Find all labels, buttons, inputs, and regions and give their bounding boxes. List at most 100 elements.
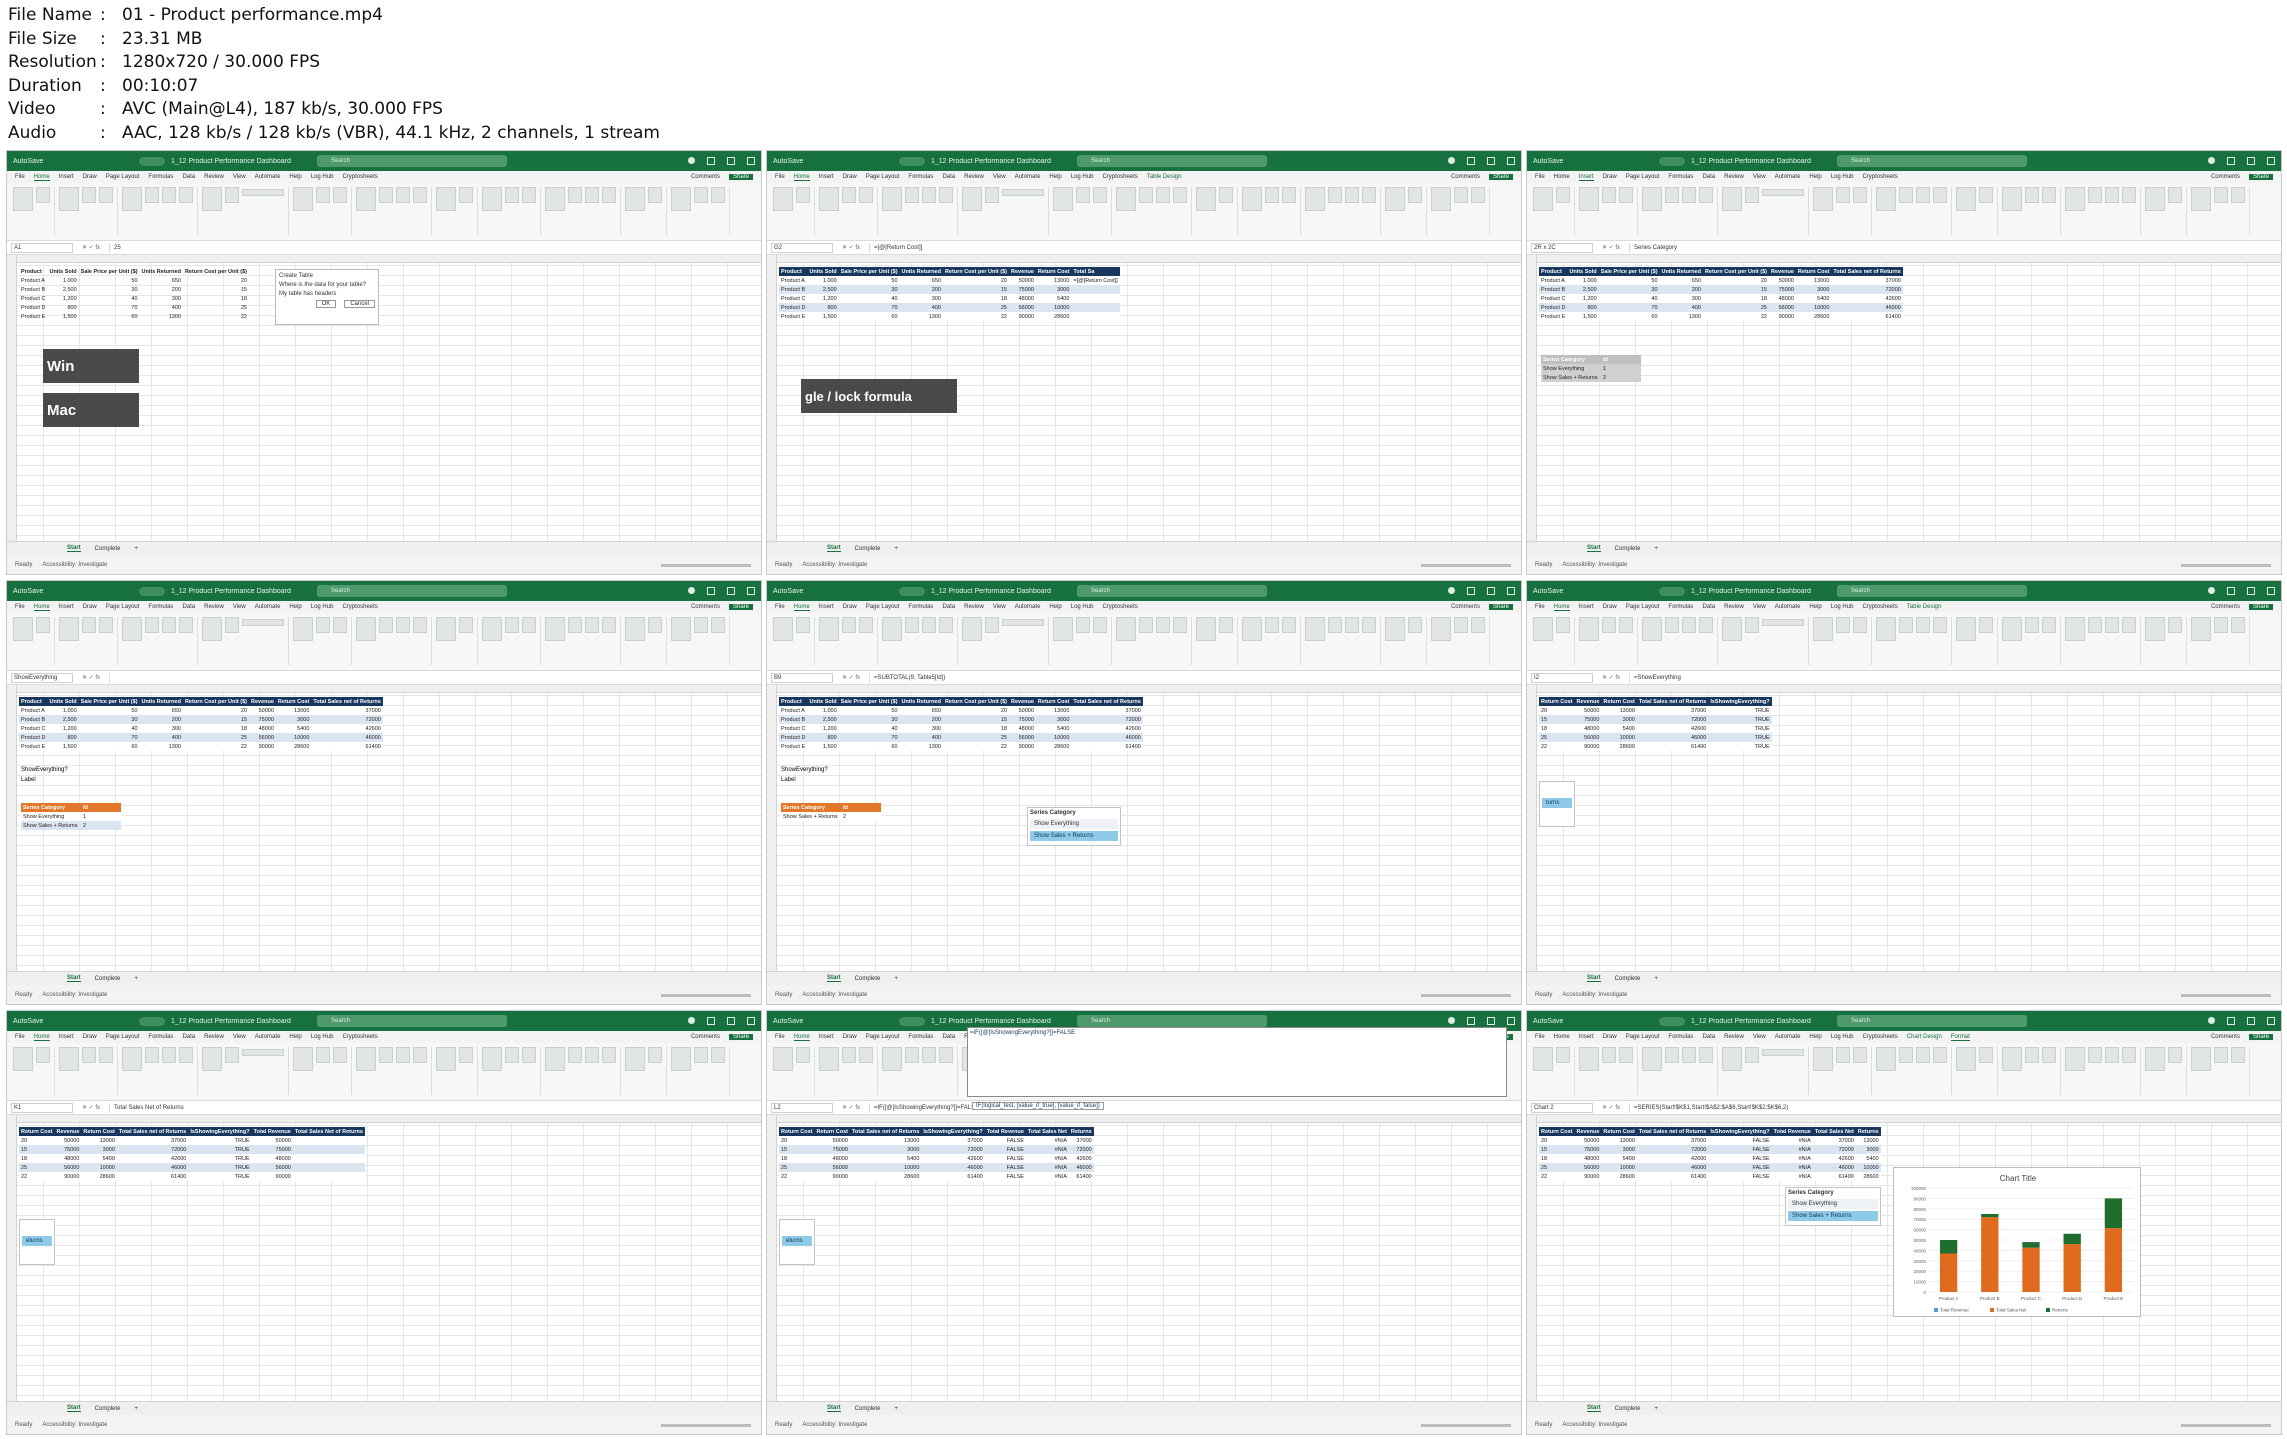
tab-formulas[interactable]: Formulas xyxy=(148,1034,173,1040)
table-header-cell[interactable]: Total Revenue xyxy=(1771,1127,1813,1136)
table-cell[interactable]: 400 xyxy=(899,303,943,312)
table-header-cell[interactable]: Return Cost xyxy=(275,697,312,706)
close-button[interactable] xyxy=(1507,587,1515,595)
ribbon-button-icon[interactable] xyxy=(1979,1047,1993,1063)
ribbon-button-icon[interactable] xyxy=(2168,1047,2182,1063)
tab-review[interactable]: Review xyxy=(964,174,984,180)
ribbon-button-icon[interactable] xyxy=(2122,1047,2136,1063)
tab-view[interactable]: View xyxy=(233,174,246,180)
tab-log-hub[interactable]: Log Hub xyxy=(1071,604,1094,610)
tab-help[interactable]: Help xyxy=(289,1034,301,1040)
ribbon-button-icon[interactable] xyxy=(796,1047,810,1063)
table-cell[interactable]: 10000 xyxy=(849,1163,922,1172)
tab-view[interactable]: View xyxy=(1753,1034,1766,1040)
table-cell[interactable]: Product A xyxy=(19,706,48,715)
profile-avatar[interactable] xyxy=(688,1017,695,1024)
ribbon-button-icon[interactable] xyxy=(1836,617,1850,633)
tab-file[interactable]: File xyxy=(15,604,25,610)
ribbon-button-icon[interactable] xyxy=(179,187,193,203)
tab-home[interactable]: Home xyxy=(33,604,50,611)
tab-data[interactable]: Data xyxy=(1702,1034,1715,1040)
table-cell[interactable]: 46000 xyxy=(1831,303,1903,312)
table-header-cell[interactable]: Return Cost xyxy=(1539,697,1575,706)
ribbon-button-icon[interactable] xyxy=(939,1047,953,1063)
ribbon-button-icon[interactable] xyxy=(82,617,96,633)
table-cell[interactable]: 13000 xyxy=(81,1136,117,1145)
ribbon-button-icon[interactable] xyxy=(585,187,599,203)
ribbon-button-icon[interactable] xyxy=(1093,187,1107,203)
tab-review[interactable]: Review xyxy=(964,604,984,610)
table-cell[interactable]: 200 xyxy=(1659,285,1703,294)
ribbon-button-icon[interactable] xyxy=(1916,617,1930,633)
ribbon-button-icon[interactable] xyxy=(482,187,502,211)
ribbon-button-icon[interactable] xyxy=(773,187,793,211)
ribbon-button-icon[interactable] xyxy=(2088,187,2102,203)
ribbon-button-icon[interactable] xyxy=(1454,187,1468,203)
tab-data[interactable]: Data xyxy=(942,1034,955,1040)
table-cell[interactable]: 46000 xyxy=(1071,733,1143,742)
ribbon-button-icon[interactable] xyxy=(1579,187,1599,211)
format-dropdown[interactable] xyxy=(1762,189,1804,196)
ribbon-button-icon[interactable] xyxy=(2105,187,2119,203)
tab-file[interactable]: File xyxy=(15,174,25,180)
table-cell[interactable]: Product C xyxy=(779,724,808,733)
tab-home[interactable]: Home xyxy=(793,604,810,611)
ribbon-button-icon[interactable] xyxy=(202,187,222,211)
tab-insert[interactable]: Insert xyxy=(59,1034,74,1040)
table-header-cell[interactable]: Units Sold xyxy=(47,697,79,706)
table-cell[interactable]: 2,500 xyxy=(807,285,839,294)
ribbon-button-icon[interactable] xyxy=(1053,187,1073,211)
table-cell[interactable]: 22 xyxy=(942,312,1009,321)
search-box[interactable]: Search xyxy=(317,1015,507,1027)
table-cell[interactable]: 48000 xyxy=(1768,294,1796,303)
table-cell[interactable]: 22 xyxy=(1539,1172,1575,1181)
table-cell[interactable]: Product D xyxy=(779,303,808,312)
status-accessibility[interactable]: Accessibility: Investigate xyxy=(802,562,867,568)
table-cell[interactable]: 48000 xyxy=(1008,294,1036,303)
table-cell[interactable]: 10000 xyxy=(275,733,312,742)
ribbon-button-icon[interactable] xyxy=(1682,617,1696,633)
table-cell[interactable]: 1300 xyxy=(1659,312,1703,321)
comments-button[interactable]: Comments xyxy=(691,604,720,610)
ribbon-button-icon[interactable] xyxy=(122,617,142,641)
ribbon-button-icon[interactable] xyxy=(356,617,376,641)
worksheet-grid[interactable]: Product Units Sold Sale Price per Unit ($)… xyxy=(1527,255,2281,541)
share-button[interactable]: Share xyxy=(728,604,753,610)
profile-avatar[interactable] xyxy=(1448,157,1455,164)
table-cell[interactable]: 30 xyxy=(838,715,900,724)
ribbon-button-icon[interactable] xyxy=(1699,187,1713,203)
table-cell[interactable]: 72000 xyxy=(1071,715,1143,724)
table-cell[interactable] xyxy=(292,1154,365,1163)
tab-draw[interactable]: Draw xyxy=(843,174,857,180)
slicer-item[interactable]: Show Sales + Returns xyxy=(1030,831,1118,841)
ribbon-button-icon[interactable] xyxy=(1722,617,1742,641)
tab-log-hub[interactable]: Log Hub xyxy=(311,1034,334,1040)
table-cell[interactable]: 5400 xyxy=(1601,1154,1637,1163)
table-cell[interactable]: Product E xyxy=(19,742,48,751)
table-cell[interactable]: TRUE xyxy=(1708,733,1772,742)
ribbon-button-icon[interactable] xyxy=(1139,187,1153,203)
add-sheet-button[interactable]: + xyxy=(134,976,138,982)
table-cell[interactable] xyxy=(292,1136,365,1145)
table-cell[interactable]: 42600 xyxy=(1068,1154,1094,1163)
tab-automate[interactable]: Automate xyxy=(255,174,281,180)
ribbon-button-icon[interactable] xyxy=(1362,617,1376,633)
table-cell[interactable]: 61400 xyxy=(1636,742,1709,751)
table-cell[interactable]: Id xyxy=(841,803,881,812)
table-cell[interactable]: 200 xyxy=(899,285,943,294)
table-cell[interactable]: Show Everything xyxy=(21,812,81,821)
autosave-toggle[interactable] xyxy=(899,586,925,596)
table-cell[interactable]: 13000 xyxy=(275,706,312,715)
ribbon-button-icon[interactable] xyxy=(225,1047,239,1063)
table-cell[interactable]: 1300 xyxy=(140,312,183,321)
minimize-button[interactable] xyxy=(1467,1017,1475,1025)
table-header-cell[interactable]: Total Sales net of Returns xyxy=(116,1127,189,1136)
stacked-bar-chart[interactable]: Chart Title 0 10000 20000 30000 40000 50000 600… xyxy=(1893,1167,2141,1317)
table-cell[interactable]: Product B xyxy=(779,285,808,294)
ribbon-button-icon[interactable] xyxy=(59,1047,79,1071)
tab-home[interactable]: Home xyxy=(1554,1034,1570,1040)
table-cell[interactable]: 90000 xyxy=(251,1172,293,1181)
table-cell[interactable]: 28600 xyxy=(81,1172,117,1181)
name-box[interactable]: 2R x 2C xyxy=(1531,242,1593,253)
table-cell[interactable]: 37000 xyxy=(921,1136,985,1145)
